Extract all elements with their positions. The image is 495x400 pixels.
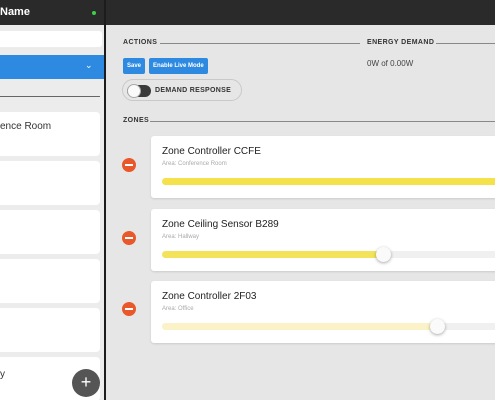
zone-area: Area: Conference Room xyxy=(162,161,227,167)
sidebar-item-label: ence Room xyxy=(0,121,52,132)
add-button[interactable]: + xyxy=(72,369,100,397)
search-input[interactable] xyxy=(0,31,102,47)
top-bar xyxy=(106,0,495,25)
zone-name: Zone Controller CCFE xyxy=(162,146,261,157)
zone-card: Zone Controller 2F03 Area: Office xyxy=(151,281,495,343)
energy-rule xyxy=(436,43,495,44)
site-select[interactable]: ⌄ xyxy=(0,55,104,79)
sidebar-title: Name xyxy=(0,6,30,18)
zone-name: Zone Controller 2F03 xyxy=(162,291,257,302)
zone-level-fill xyxy=(162,251,383,258)
zone-level-slider[interactable] xyxy=(162,247,495,262)
zone-level-fill xyxy=(162,178,495,185)
zone-card: Zone Ceiling Sensor B289 Area: Hallway xyxy=(151,209,495,271)
sidebar-item[interactable] xyxy=(0,161,100,205)
remove-zone-icon[interactable] xyxy=(122,158,136,172)
zone-level-knob[interactable] xyxy=(376,247,391,262)
sidebar-divider xyxy=(0,96,100,97)
energy-heading: ENERGY DEMAND xyxy=(367,39,435,46)
toggle-track[interactable] xyxy=(127,84,151,98)
demand-response-toggle[interactable]: DEMAND RESPONSE xyxy=(122,79,242,101)
toggle-knob[interactable] xyxy=(127,84,141,98)
sidebar-item[interactable]: ence Room xyxy=(0,112,100,156)
zone-level-slider[interactable] xyxy=(162,178,495,185)
status-dot-icon xyxy=(92,11,96,15)
remove-zone-icon[interactable] xyxy=(122,302,136,316)
zone-level-fill xyxy=(162,323,438,330)
chevron-down-icon: ⌄ xyxy=(85,60,93,70)
sidebar-header: Name xyxy=(0,0,104,25)
save-button[interactable]: Save xyxy=(123,58,146,74)
sidebar-item[interactable] xyxy=(0,210,100,254)
zones-rule xyxy=(150,121,495,122)
zone-name: Zone Ceiling Sensor B289 xyxy=(162,219,279,230)
zone-level-slider[interactable] xyxy=(162,319,495,334)
zone-area: Area: Hallway xyxy=(162,234,200,240)
zones-heading: ZONES xyxy=(123,117,150,124)
sidebar-item-label: y xyxy=(0,369,5,380)
sidebar-item[interactable] xyxy=(0,308,100,352)
sidebar: Name ⌄ ence Room y + xyxy=(0,0,106,400)
energy-demand-value: 0W of 0.00W xyxy=(367,59,414,68)
zone-card: Zone Controller CCFE Area: Conference Ro… xyxy=(151,136,495,198)
zone-level-knob[interactable] xyxy=(430,319,446,334)
remove-zone-icon[interactable] xyxy=(122,231,136,245)
demand-response-label: DEMAND RESPONSE xyxy=(155,87,232,94)
actions-rule xyxy=(160,43,360,44)
zone-area: Area: Office xyxy=(162,306,194,312)
main-panel: ACTIONS ENERGY DEMAND Save Enable Live M… xyxy=(108,25,495,400)
sidebar-item[interactable] xyxy=(0,259,100,303)
actions-heading: ACTIONS xyxy=(123,39,158,46)
enable-live-mode-button[interactable]: Enable Live Mode xyxy=(149,58,208,74)
